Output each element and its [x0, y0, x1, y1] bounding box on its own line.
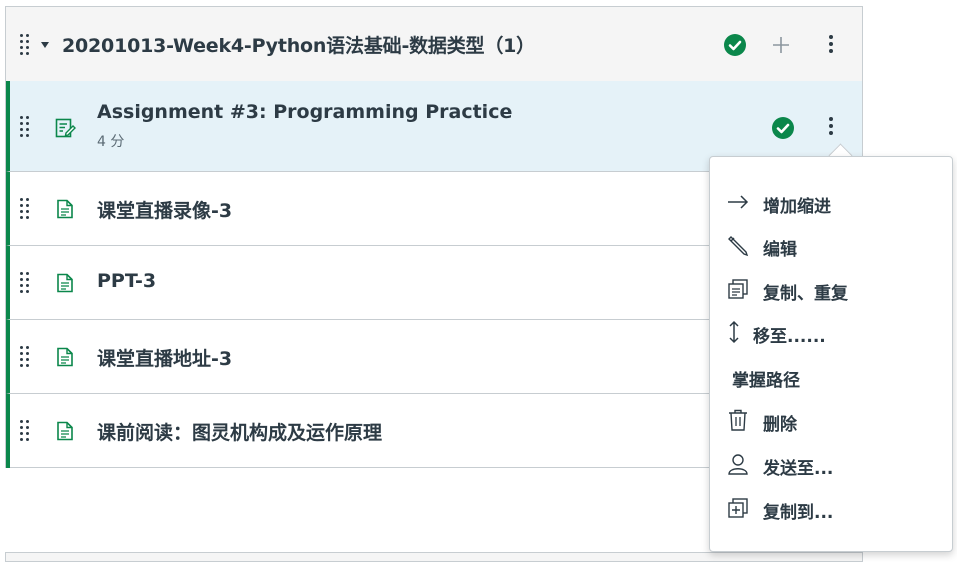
menu-item-label: 移至...... — [753, 327, 826, 347]
module-title: 20201013-Week4-Python语法基础-数据类型（1） — [62, 35, 535, 57]
menu-item-delete[interactable]: 删除 — [710, 400, 952, 440]
page-icon — [54, 272, 76, 294]
next-module-header — [5, 552, 863, 562]
drag-handle-icon[interactable] — [20, 346, 32, 367]
item-options-menu: 增加缩进 编辑 复制、重复 移至...... 掌握路径 删除 发送至... 复制… — [709, 156, 953, 552]
published-check-icon[interactable] — [772, 117, 794, 139]
menu-item-label: 增加缩进 — [763, 197, 831, 217]
menu-item-mastery-paths[interactable]: 掌握路径 — [710, 356, 952, 396]
arrow-right-icon — [726, 190, 750, 214]
menu-item-send-to[interactable]: 发送至... — [710, 444, 952, 484]
menu-item-copy-to[interactable]: 复制到... — [710, 488, 952, 528]
drag-handle-icon[interactable] — [20, 420, 32, 441]
menu-item-label: 发送至... — [763, 459, 834, 479]
user-icon — [726, 452, 750, 476]
item-title[interactable]: 课堂直播地址-3 — [97, 344, 232, 371]
menu-item-label: 删除 — [763, 415, 797, 435]
trash-icon — [726, 408, 750, 432]
copy-to-icon — [726, 496, 750, 520]
menu-item-label: 复制、重复 — [763, 284, 848, 304]
item-title[interactable]: PPT-3 — [97, 270, 156, 292]
menu-item-indent[interactable]: 增加缩进 — [710, 182, 952, 222]
menu-item-move[interactable]: 移至...... — [710, 312, 952, 352]
assignment-icon — [54, 117, 76, 139]
pencil-icon — [726, 233, 750, 257]
menu-item-edit[interactable]: 编辑 — [710, 225, 952, 265]
page-icon — [54, 346, 76, 368]
menu-item-label: 掌握路径 — [732, 371, 800, 391]
menu-item-label: 复制到... — [763, 503, 834, 523]
menu-item-label: 编辑 — [763, 240, 797, 260]
module-options-kebab-icon[interactable] — [828, 35, 834, 55]
item-options-kebab-icon[interactable] — [828, 117, 834, 137]
move-icon — [722, 320, 746, 344]
item-points: 4 分 — [97, 134, 125, 150]
drag-handle-icon[interactable] — [20, 272, 32, 293]
item-title[interactable]: Assignment #3: Programming Practice — [97, 101, 512, 123]
drag-handle-icon[interactable] — [20, 116, 32, 137]
menu-item-duplicate[interactable]: 复制、重复 — [710, 269, 952, 309]
item-title[interactable]: 课前阅读：图灵机构成及运作原理 — [97, 418, 382, 445]
page-icon — [54, 198, 76, 220]
page-icon — [54, 420, 76, 442]
drag-handle-icon[interactable] — [20, 34, 32, 55]
item-title[interactable]: 课堂直播录像-3 — [97, 196, 232, 223]
drag-handle-icon[interactable] — [20, 198, 32, 219]
module-header[interactable]: 20201013-Week4-Python语法基础-数据类型（1） — [6, 7, 862, 82]
add-item-plus-icon[interactable] — [770, 34, 792, 56]
published-check-icon[interactable] — [724, 34, 746, 56]
duplicate-icon — [726, 277, 750, 301]
collapse-caret-icon[interactable] — [41, 42, 49, 48]
